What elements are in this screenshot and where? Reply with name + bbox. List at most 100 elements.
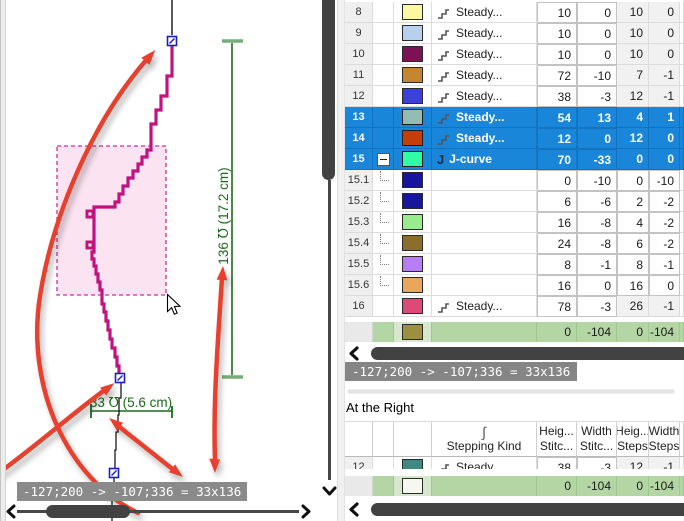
color-cell[interactable] bbox=[394, 296, 432, 317]
height-steps-cell[interactable]: 12 bbox=[617, 128, 649, 149]
stepping-kind-cell[interactable]: Steady... bbox=[432, 23, 537, 44]
height-stitches-cell[interactable]: 78 bbox=[537, 296, 577, 317]
height-steps-cell[interactable]: 0 bbox=[617, 170, 649, 191]
height-stitches-cell[interactable]: 10 bbox=[537, 2, 577, 23]
table-row[interactable]: 14Steady...120120 bbox=[345, 128, 684, 149]
width-steps-cell[interactable]: 1 bbox=[649, 107, 680, 128]
width-steps-cell[interactable]: -1 bbox=[649, 296, 680, 317]
color-cell[interactable] bbox=[394, 107, 432, 128]
height-stitches-cell[interactable]: 16 bbox=[537, 212, 577, 233]
width-stitches-cell[interactable]: 0 bbox=[577, 128, 617, 149]
table-row[interactable]: 16Steady...78-326-1 bbox=[345, 296, 684, 317]
stepping-kind-cell[interactable]: Steady... bbox=[432, 457, 537, 469]
width-steps-cell[interactable]: 0 bbox=[649, 128, 680, 149]
color-cell[interactable] bbox=[394, 476, 432, 496]
right-table-clipped-rows[interactable]: 12Steady...38-312-1 bbox=[345, 457, 684, 469]
section-splitter-handle[interactable] bbox=[347, 389, 675, 394]
height-stitches-cell[interactable]: 6 bbox=[537, 191, 577, 212]
stitch-table[interactable]: 8Steady...1001009Steady...10010010Steady… bbox=[345, 2, 684, 317]
width-stitches-cell[interactable]: -33 bbox=[577, 149, 617, 170]
height-steps-cell[interactable]: 16 bbox=[617, 275, 649, 296]
color-cell[interactable] bbox=[394, 457, 432, 469]
color-cell[interactable] bbox=[394, 233, 432, 254]
height-steps-cell[interactable]: 12 bbox=[617, 86, 649, 107]
scroll-down-arrow-icon[interactable] bbox=[322, 484, 337, 499]
table-row[interactable]: 15JJ-curve70-3300 bbox=[345, 149, 684, 170]
width-stitches-cell[interactable]: -8 bbox=[577, 233, 617, 254]
vscroll-thumb[interactable] bbox=[322, 0, 335, 180]
stepping-kind-cell[interactable] bbox=[432, 233, 537, 254]
width-stitches-cell[interactable]: -10 bbox=[577, 170, 617, 191]
height-stitches-cell[interactable]: 70 bbox=[537, 149, 577, 170]
table-row[interactable]: 15.424-86-2 bbox=[345, 233, 684, 254]
header-swatch[interactable] bbox=[394, 421, 432, 457]
color-cell[interactable] bbox=[394, 128, 432, 149]
stepping-kind-cell[interactable] bbox=[432, 191, 537, 212]
height-stitches-cell[interactable]: 54 bbox=[537, 107, 577, 128]
height-stitches-cell[interactable]: 10 bbox=[537, 44, 577, 65]
stepping-kind-cell[interactable]: Steady... bbox=[432, 128, 537, 149]
scroll-left-arrow-icon[interactable] bbox=[4, 504, 18, 519]
header-width-steps[interactable]: WidthSteps bbox=[649, 421, 680, 457]
left-collapsed-panel[interactable] bbox=[0, 0, 6, 521]
width-steps-cell[interactable]: -2 bbox=[649, 233, 680, 254]
table-row[interactable]: 15.26-62-2 bbox=[345, 191, 684, 212]
color-cell[interactable] bbox=[394, 65, 432, 86]
height-steps-cell[interactable]: 6 bbox=[617, 233, 649, 254]
width-stitches-cell[interactable]: -3 bbox=[577, 296, 617, 317]
right-table-horizontal-scrollbar[interactable] bbox=[345, 502, 684, 518]
header-rownum[interactable] bbox=[345, 421, 373, 457]
height-stitches-cell[interactable]: 24 bbox=[537, 233, 577, 254]
height-steps-cell[interactable]: 2 bbox=[617, 191, 649, 212]
color-cell[interactable] bbox=[394, 322, 432, 342]
height-stitches-cell[interactable]: 0 bbox=[537, 170, 577, 191]
width-stitches-cell[interactable]: 0 bbox=[577, 23, 617, 44]
table-row[interactable]: 8Steady...100100 bbox=[345, 2, 684, 23]
hscroll-thumb[interactable] bbox=[46, 505, 130, 518]
width-stitches-cell[interactable]: -3 bbox=[577, 457, 617, 469]
height-stitches-cell[interactable]: 8 bbox=[537, 254, 577, 275]
width-stitches-cell[interactable]: 13 bbox=[577, 107, 617, 128]
width-steps-cell[interactable]: -1 bbox=[649, 254, 680, 275]
width-stitches-cell[interactable]: 0 bbox=[577, 44, 617, 65]
stepping-kind-cell[interactable]: Steady... bbox=[432, 2, 537, 23]
width-stitches-cell[interactable]: -10 bbox=[577, 65, 617, 86]
color-cell[interactable] bbox=[394, 212, 432, 233]
color-cell[interactable] bbox=[394, 170, 432, 191]
header-expand[interactable] bbox=[373, 421, 394, 457]
width-stitches-cell[interactable]: -1 bbox=[577, 254, 617, 275]
stepping-kind-cell[interactable]: JJ-curve bbox=[432, 149, 537, 170]
color-cell[interactable] bbox=[394, 44, 432, 65]
height-steps-cell[interactable]: 10 bbox=[617, 23, 649, 44]
height-steps-cell[interactable]: 10 bbox=[617, 44, 649, 65]
table-row[interactable]: 15.316-84-2 bbox=[345, 212, 684, 233]
stepping-kind-cell[interactable]: Steady... bbox=[432, 65, 537, 86]
color-cell[interactable] bbox=[394, 191, 432, 212]
height-stitches-cell[interactable]: 16 bbox=[537, 275, 577, 296]
height-steps-cell[interactable]: 12 bbox=[617, 457, 649, 469]
table-row[interactable]: 12Steady...38-312-1 bbox=[345, 86, 684, 107]
width-steps-cell[interactable]: -1 bbox=[649, 65, 680, 86]
height-stitches-cell[interactable]: 38 bbox=[537, 86, 577, 107]
height-stitches-cell[interactable]: 10 bbox=[537, 23, 577, 44]
width-steps-cell[interactable]: 0 bbox=[649, 23, 680, 44]
panel-splitter[interactable] bbox=[337, 0, 345, 521]
expand-cell[interactable] bbox=[373, 149, 394, 170]
selection-rectangle[interactable] bbox=[57, 146, 166, 295]
width-stitches-cell[interactable]: -6 bbox=[577, 191, 617, 212]
stepping-kind-cell[interactable] bbox=[432, 212, 537, 233]
stepping-kind-cell[interactable]: Steady... bbox=[432, 107, 537, 128]
height-steps-cell[interactable]: 0 bbox=[617, 149, 649, 170]
table-row[interactable]: 15.58-18-1 bbox=[345, 254, 684, 275]
height-stitches-cell[interactable]: 38 bbox=[537, 457, 577, 469]
hscroll-thumb[interactable] bbox=[371, 503, 684, 516]
scroll-left-arrow-icon[interactable] bbox=[347, 502, 361, 517]
width-stitches-cell[interactable]: 0 bbox=[577, 2, 617, 23]
stepping-kind-cell[interactable] bbox=[432, 275, 537, 296]
collapse-toggle-icon[interactable] bbox=[377, 153, 390, 166]
color-cell[interactable] bbox=[394, 254, 432, 275]
width-steps-cell[interactable]: -1 bbox=[649, 86, 680, 107]
header-stepping-kind[interactable]: ∫ Stepping Kind bbox=[432, 421, 537, 457]
width-stitches-cell[interactable]: 0 bbox=[577, 275, 617, 296]
width-steps-cell[interactable]: -2 bbox=[649, 212, 680, 233]
